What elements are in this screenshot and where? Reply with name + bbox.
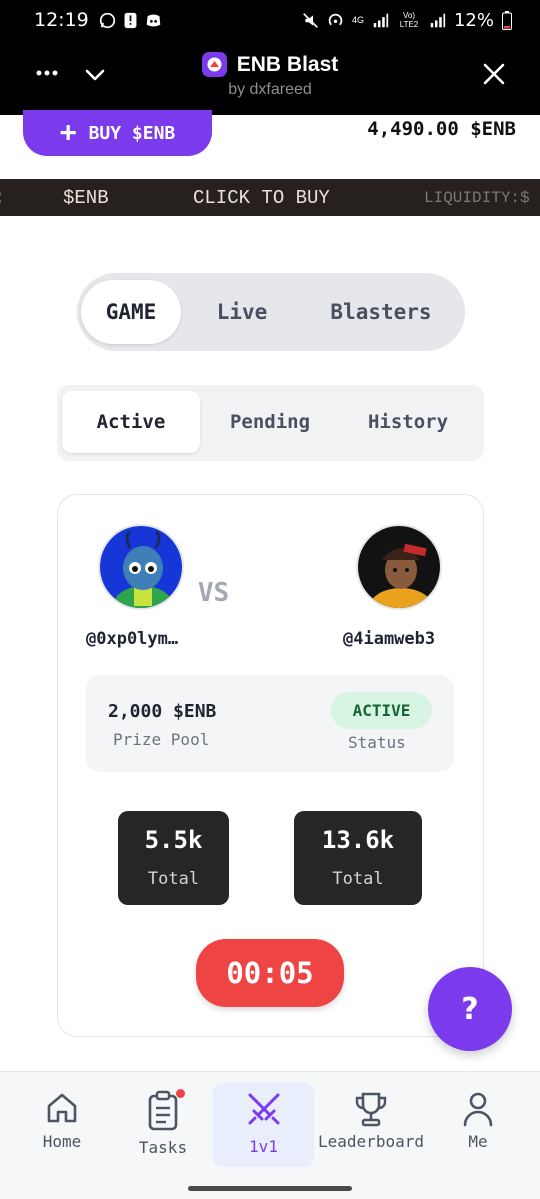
match-info-panel: 2,000 $ENB Prize Pool ACTIVE Status bbox=[86, 675, 454, 772]
home-indicator[interactable] bbox=[188, 1186, 352, 1191]
main-tab-bar: GAME Live Blasters bbox=[77, 273, 465, 351]
nav-1v1-label: 1v1 bbox=[249, 1137, 278, 1156]
signal-icon-2 bbox=[430, 13, 446, 27]
prize-pool-label: Prize Pool bbox=[113, 730, 210, 749]
signal-icon bbox=[373, 13, 389, 27]
ticker-item: CLICK TO BUY bbox=[193, 187, 330, 209]
app-title: ENB Blast bbox=[236, 52, 339, 76]
network-type-1: 4G bbox=[351, 14, 364, 25]
status-tab-bar: Active Pending History bbox=[57, 385, 484, 461]
player2-total-label: Total bbox=[332, 869, 384, 889]
help-button[interactable]: ? bbox=[428, 967, 512, 1051]
balance-display: 4,490.00 $ENB bbox=[367, 118, 516, 140]
tab-active[interactable]: Active bbox=[62, 391, 200, 453]
player1-total-label: Total bbox=[147, 869, 200, 889]
system-status-bar: 12:19 4G Vo) LTE2 12% bbox=[0, 0, 540, 40]
crossed-swords-icon bbox=[248, 1093, 279, 1125]
clipboard-icon bbox=[148, 1090, 178, 1131]
hotspot-icon bbox=[328, 13, 343, 25]
buy-enb-label: BUY $ENB bbox=[88, 122, 176, 144]
ticker-item: $ENB bbox=[63, 187, 109, 209]
battery-icon bbox=[502, 10, 512, 30]
nav-me[interactable]: Me bbox=[454, 1090, 502, 1160]
network-type-2: Vo) LTE2 bbox=[399, 11, 419, 29]
tab-history[interactable]: History bbox=[344, 391, 472, 453]
user-icon bbox=[463, 1092, 493, 1127]
prize-pool-amount: 2,000 $ENB bbox=[108, 701, 217, 722]
status-time: 12:19 bbox=[34, 9, 89, 31]
nav-leaderboard[interactable]: Leaderboard bbox=[312, 1090, 430, 1160]
battery-percent: 12% bbox=[453, 9, 494, 31]
nav-1v1[interactable]: 1v1 bbox=[213, 1083, 314, 1167]
app-header: ENB Blast by dxfareed bbox=[0, 40, 540, 115]
countdown-timer: 00:05 bbox=[196, 939, 344, 1007]
ticker-separator: : bbox=[0, 187, 5, 209]
player2-name[interactable]: @4iamweb3 bbox=[343, 629, 435, 649]
close-icon[interactable] bbox=[482, 62, 506, 86]
mute-icon bbox=[303, 12, 318, 28]
player2-total-value: 13.6k bbox=[321, 826, 395, 854]
app-author: by dxfareed bbox=[228, 81, 312, 98]
nav-home-label: Home bbox=[42, 1132, 82, 1151]
player1-total-value: 5.5k bbox=[144, 826, 203, 854]
tab-blasters[interactable]: Blasters bbox=[313, 280, 449, 344]
ticker-banner[interactable]: : $ENB CLICK TO BUY LIQUIDITY:$ bbox=[0, 179, 540, 216]
alert-icon bbox=[124, 12, 137, 28]
discord-icon bbox=[146, 14, 161, 26]
app-logo-icon bbox=[201, 52, 227, 77]
player1-name[interactable]: @0xp0lym… bbox=[86, 629, 178, 649]
plus-icon: + bbox=[59, 114, 77, 148]
nav-leaderboard-label: Leaderboard bbox=[318, 1132, 424, 1151]
whatsapp-icon bbox=[99, 12, 115, 28]
tab-live[interactable]: Live bbox=[195, 280, 289, 344]
trophy-icon bbox=[355, 1092, 387, 1127]
player1-total-box: 5.5k Total bbox=[118, 811, 229, 905]
nav-me-label: Me bbox=[468, 1132, 488, 1151]
home-icon bbox=[47, 1093, 77, 1123]
nav-home[interactable]: Home bbox=[32, 1090, 92, 1160]
buy-enb-button[interactable]: + BUY $ENB bbox=[23, 110, 212, 156]
nav-tasks-label: Tasks bbox=[138, 1138, 188, 1157]
nav-tasks[interactable]: Tasks bbox=[132, 1090, 194, 1170]
player2-avatar[interactable] bbox=[356, 524, 442, 610]
tab-pending[interactable]: Pending bbox=[205, 391, 335, 453]
player2-total-box: 13.6k Total bbox=[294, 811, 422, 905]
status-label: Status bbox=[348, 733, 406, 752]
tab-game[interactable]: GAME bbox=[81, 280, 181, 344]
bottom-navigation: Home Tasks 1v1 Leaderboard Me bbox=[0, 1071, 540, 1199]
tasks-notification-dot bbox=[176, 1089, 185, 1098]
status-badge: ACTIVE bbox=[331, 692, 432, 729]
ticker-item: LIQUIDITY:$ bbox=[424, 189, 530, 207]
